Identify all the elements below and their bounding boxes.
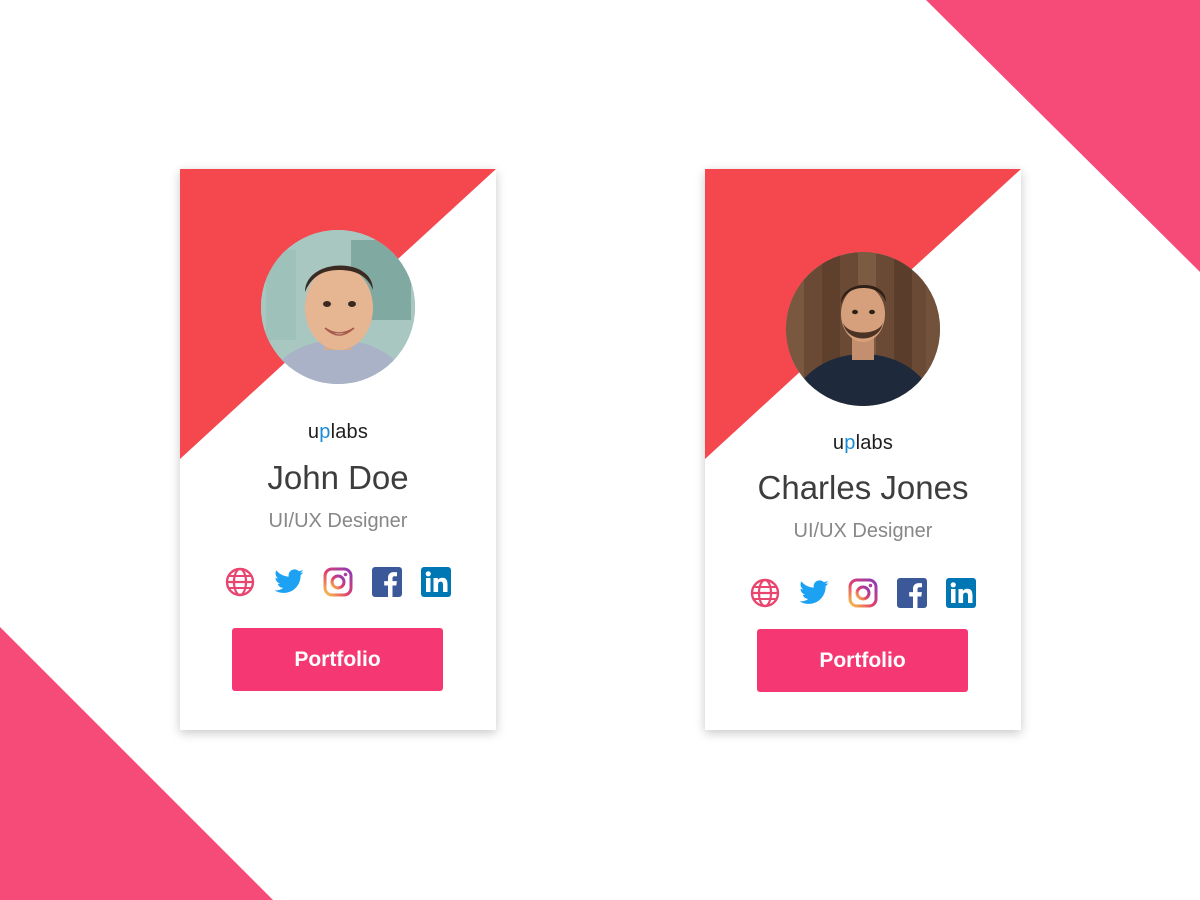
facebook-icon[interactable]: [896, 577, 928, 609]
profile-role: UI/UX Designer: [793, 520, 933, 542]
brand-logo: uplabs: [307, 421, 369, 443]
brand-logo: uplabs: [832, 432, 894, 454]
facebook-icon[interactable]: [371, 566, 403, 598]
globe-icon[interactable]: [224, 566, 256, 598]
avatar: [261, 230, 415, 384]
twitter-icon[interactable]: [273, 566, 305, 598]
profile-card-john-doe: uplabs John Doe UI/UX Designer Portfolio: [180, 169, 496, 730]
linkedin-icon[interactable]: [420, 566, 452, 598]
twitter-icon[interactable]: [798, 577, 830, 609]
profile-role: UI/UX Designer: [268, 510, 408, 532]
avatar: [786, 252, 940, 406]
person-photo-avatar: [786, 252, 940, 406]
linkedin-icon[interactable]: [945, 577, 977, 609]
person-photo-avatar: [261, 230, 415, 384]
profile-card-charles-jones: uplabs Charles Jones UI/UX Designer Port…: [705, 169, 1021, 730]
portfolio-button[interactable]: Portfolio: [232, 628, 443, 691]
globe-icon[interactable]: [749, 577, 781, 609]
social-links: [180, 566, 496, 598]
instagram-icon[interactable]: [847, 577, 879, 609]
instagram-icon[interactable]: [322, 566, 354, 598]
profile-name: Charles Jones: [757, 469, 969, 506]
profile-name: John Doe: [267, 459, 409, 496]
portfolio-button[interactable]: Portfolio: [757, 629, 968, 692]
social-links: [705, 577, 1021, 609]
